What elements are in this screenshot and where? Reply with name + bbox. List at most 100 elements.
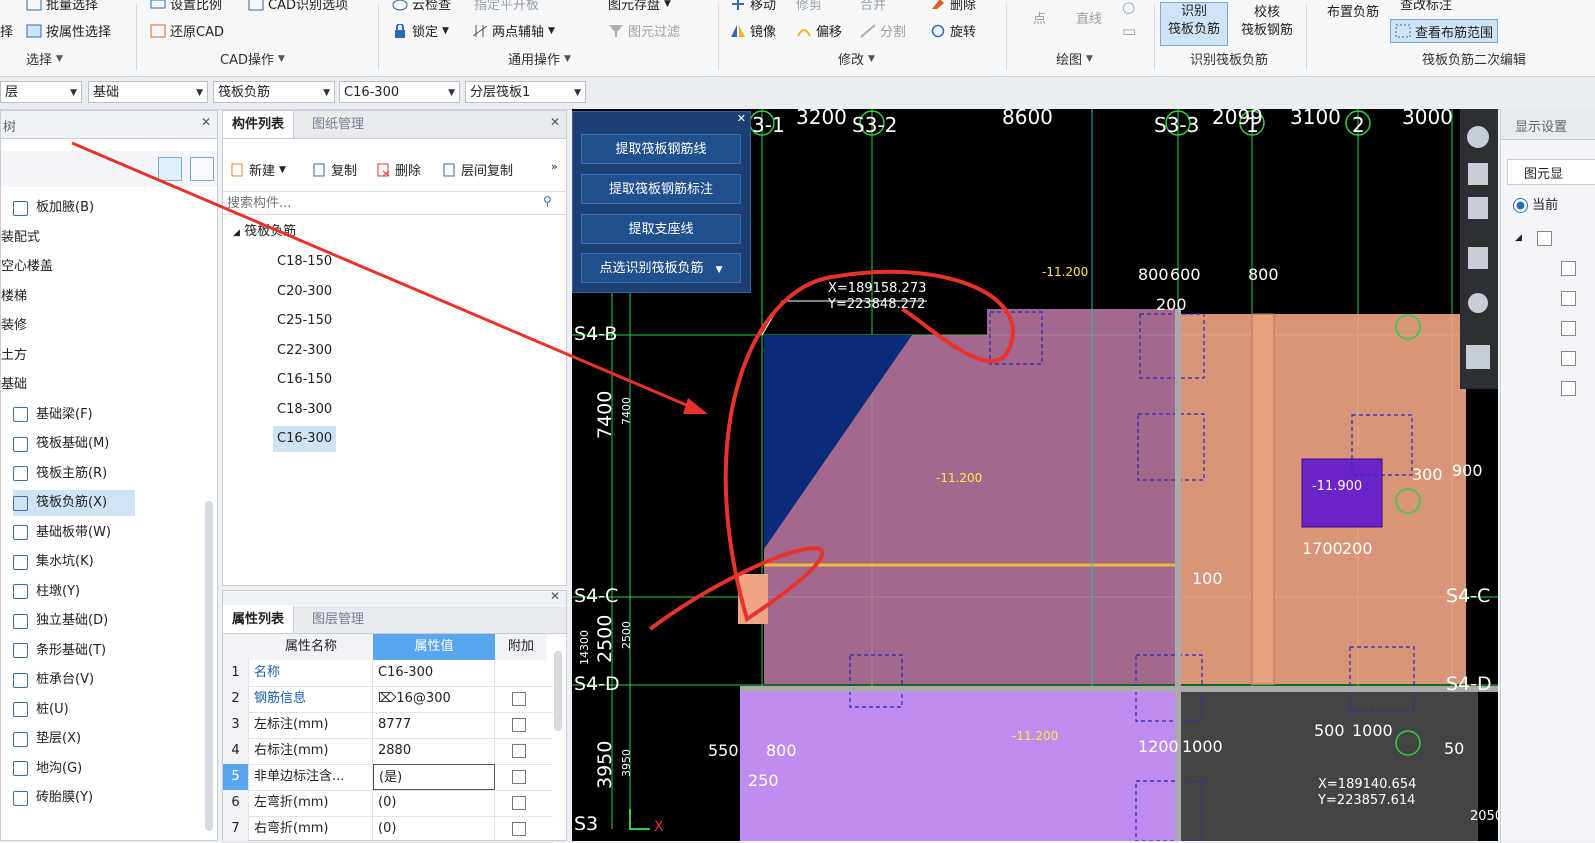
lock-button[interactable]: 锁定 ▼ (392, 21, 449, 40)
component-select[interactable]: C16-300 ▼ (339, 81, 460, 103)
attr-value[interactable]: ⌦​16@300 (373, 686, 495, 712)
move-button[interactable]: 移动 (730, 0, 776, 13)
layer-select[interactable]: 分层筏板1 ▼ (465, 81, 586, 103)
select-button-partial[interactable]: 择 (0, 21, 13, 40)
group-cad-ops[interactable]: CAD操作 ▼ (220, 49, 285, 68)
sidebar-item[interactable]: 板加腋(B) (13, 195, 94, 221)
list-item[interactable]: C22-300 (273, 338, 336, 364)
sidebar-item[interactable]: 筏板负筋(X) (13, 490, 135, 516)
sidebar-item[interactable]: 柱墩(Y) (13, 579, 80, 605)
batch-select-button[interactable]: 批量选择 (26, 0, 98, 13)
checkbox[interactable] (512, 796, 526, 810)
sidebar-item[interactable]: 垫层(X) (13, 726, 81, 752)
list-item[interactable]: C16-150 (273, 367, 336, 393)
sidebar-item[interactable]: 筏板主筋(R) (13, 461, 107, 487)
sidebar-item[interactable]: 条形基础(T) (13, 638, 106, 664)
attr-value[interactable]: (0) (373, 790, 495, 816)
list-item[interactable]: C20-300 (273, 279, 336, 305)
close-icon[interactable]: ✕ (550, 589, 560, 603)
merge-button[interactable]: 合并 (860, 0, 886, 13)
two-point-axis-button[interactable]: 两点辅轴 ▼ (472, 21, 555, 40)
restore-cad-button[interactable]: 还原CAD (150, 21, 224, 40)
check-raft-rebar-button[interactable]: 校核 筏板钢筋 (1234, 4, 1300, 40)
list-view-icon[interactable] (158, 157, 182, 181)
tab-layer-management[interactable]: 图层管理 (303, 606, 373, 633)
element-save-button[interactable]: 图元存盘 ▼ (608, 0, 671, 13)
sidebar-item[interactable]: 装修 (1, 313, 27, 339)
table-row[interactable]: 3 左标注(mm) 8777 (223, 712, 553, 739)
collapse-icon[interactable]: ◢ (1515, 233, 1522, 243)
extract-rebar-line-button[interactable]: 提取筏板钢筋线 (581, 134, 741, 164)
tab-drawing-management[interactable]: 图纸管理 (303, 111, 373, 138)
checkbox[interactable] (512, 822, 526, 836)
checkbox[interactable] (1537, 231, 1552, 246)
search-input[interactable] (225, 193, 539, 213)
sidebar-item[interactable]: 桩(U) (13, 697, 69, 723)
cad-options-button[interactable]: CAD识别选项 (248, 0, 348, 13)
list-item[interactable]: C18-150 (273, 249, 336, 275)
floor-copy-button[interactable]: 层间复制 (441, 160, 513, 179)
sidebar-item[interactable]: 基础梁(F) (13, 402, 93, 428)
list-item[interactable]: C18-300 (273, 397, 336, 423)
attr-value[interactable]: 2880 (373, 738, 495, 764)
attr-value[interactable]: (0) (373, 816, 495, 842)
place-negative-rebar-button[interactable]: 布置负筋 (1318, 4, 1388, 22)
component-group[interactable]: ◢ 筏板负筋 (233, 219, 296, 245)
search-icon[interactable]: ⚲ (543, 194, 552, 208)
rotate-button[interactable]: 旋转 (930, 21, 976, 40)
attr-value[interactable]: 8777 (373, 712, 495, 738)
sidebar-item[interactable]: 独立基础(D) (13, 608, 108, 634)
checkbox[interactable] (1561, 321, 1576, 336)
extract-rebar-label-button[interactable]: 提取筏板钢筋标注 (581, 174, 741, 204)
sidebar-item[interactable]: 基础板带(W) (13, 520, 111, 546)
list-item[interactable]: C25-150 (273, 308, 336, 334)
checkbox[interactable] (512, 718, 526, 732)
checkbox[interactable] (1561, 261, 1576, 276)
more-icon[interactable]: » (551, 160, 558, 173)
set-scale-button[interactable]: 设置比例 (150, 0, 222, 13)
close-icon[interactable]: ✕ (737, 112, 746, 125)
checkbox[interactable] (512, 692, 526, 706)
sidebar-item[interactable]: 楼梯 (1, 284, 27, 310)
checkbox[interactable] (512, 770, 526, 784)
checkbox[interactable] (512, 744, 526, 758)
trim-button[interactable]: 修剪 (796, 0, 822, 13)
sidebar-item[interactable]: 桩承台(V) (13, 667, 94, 693)
sidebar-item[interactable]: 地沟(G) (13, 756, 82, 782)
sidebar-item[interactable]: 筏板基础(M) (13, 431, 109, 457)
close-icon[interactable]: ✕ (201, 115, 211, 129)
checkbox[interactable] (1561, 381, 1576, 396)
table-row[interactable]: 4 右标注(mm) 2880 (223, 738, 553, 765)
rect-tool-icon[interactable]: ▭ (1122, 22, 1136, 40)
view-rebar-range-button[interactable]: 查看布筋范围 (1390, 19, 1499, 43)
close-icon[interactable]: ✕ (550, 115, 560, 129)
tab-property-list[interactable]: 属性列表 (223, 606, 295, 633)
draw-point-button[interactable]: 点 (1033, 8, 1046, 27)
new-button[interactable]: 新建 ▼ (229, 160, 286, 179)
group-modify[interactable]: 修改 ▼ (838, 49, 875, 68)
component-type-select[interactable]: 筏板负筋 ▼ (213, 81, 335, 103)
specify-floor-button[interactable]: 指定平开板 (474, 0, 539, 13)
tab-element-display[interactable]: 图元显 (1507, 159, 1595, 185)
table-row[interactable]: 7 右弯折(mm) (0) (223, 816, 553, 843)
circle-tool-icon[interactable]: ○ (1122, 0, 1135, 16)
sidebar-item[interactable]: 砖胎膜(Y) (13, 785, 93, 811)
attr-value[interactable]: (是) (373, 764, 495, 790)
nav-tree-scrollbar[interactable] (205, 501, 213, 831)
offset-button[interactable]: 偏移 (796, 21, 842, 40)
table-row[interactable]: 5 非单边标注含... (是) (223, 764, 553, 791)
tab-component-list[interactable]: 构件列表 (223, 111, 295, 138)
group-general-ops[interactable]: 通用操作 ▼ (508, 49, 571, 68)
delete-cad-button[interactable]: 删除 (930, 0, 976, 13)
list-item[interactable]: C16-300 (273, 426, 337, 452)
group-select[interactable]: 选择 ▼ (26, 49, 63, 68)
checkbox[interactable] (1561, 291, 1576, 306)
property-scrollbar[interactable] (554, 651, 562, 731)
current-floor-radio[interactable]: 当前 (1513, 194, 1558, 213)
split-button[interactable]: 分割 (860, 21, 906, 40)
attr-value[interactable]: C16-300 (373, 660, 495, 686)
group-draw[interactable]: 绘图 ▼ (1056, 49, 1093, 68)
select-by-attr-button[interactable]: 按属性选择 (26, 21, 111, 40)
table-row[interactable]: 1 名称 C16-300 (223, 660, 553, 687)
category-select[interactable]: 基础 ▼ (88, 81, 208, 103)
